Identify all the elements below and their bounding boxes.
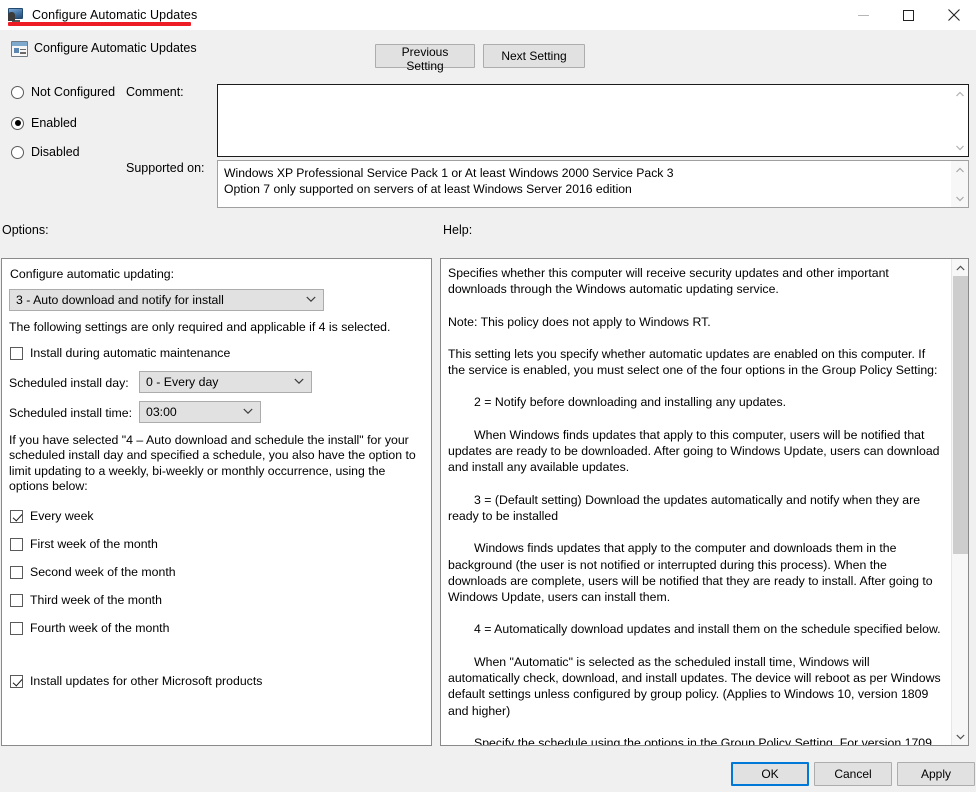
comment-scroll-track[interactable] — [951, 102, 968, 139]
comment-value — [218, 85, 951, 156]
checkbox-first-week-label: First week of the month — [30, 537, 158, 551]
help-paragraph: Note: This policy does not apply to Wind… — [448, 314, 711, 329]
comment-scroll-up-icon[interactable] — [951, 85, 968, 102]
chevron-down-icon — [306, 296, 316, 305]
radio-not-configured[interactable]: Not Configured — [11, 83, 115, 101]
checkbox-install-during-maintenance-box — [10, 346, 23, 360]
scheduled-install-day-label: Scheduled install day: — [9, 376, 129, 390]
configure-updating-note: The following settings are only required… — [9, 320, 391, 334]
checkbox-second-week[interactable]: Second week of the month — [10, 564, 176, 580]
scheduled-install-time-label: Scheduled install time: — [9, 406, 133, 420]
radio-disabled[interactable]: Disabled — [11, 143, 80, 161]
radio-enabled-label: Enabled — [31, 116, 77, 130]
chevron-down-icon — [243, 408, 253, 417]
checkbox-third-week[interactable]: Third week of the month — [10, 592, 162, 608]
help-paragraph: Specify the schedule using the options i… — [474, 735, 932, 745]
radio-not-configured-label: Not Configured — [31, 85, 116, 99]
help-paragraph: This setting lets you specify whether au… — [448, 346, 938, 378]
comment-scroll-down-icon[interactable] — [951, 139, 968, 156]
radio-enabled[interactable]: Enabled — [11, 114, 77, 132]
checkbox-every-week-label: Every week — [30, 509, 94, 523]
scheduled-install-time-value: 03:00 — [146, 405, 177, 419]
supported-scroll-track[interactable] — [951, 178, 968, 190]
checkbox-second-week-box — [10, 565, 23, 579]
policy-editor-icon — [8, 7, 24, 23]
help-paragraph: Specifies whether this computer will rec… — [448, 266, 889, 297]
next-setting-button[interactable]: Next Setting — [483, 44, 585, 68]
help-scrollbar[interactable] — [951, 259, 968, 745]
checkbox-first-week-box — [10, 537, 23, 551]
chevron-down-icon — [294, 378, 304, 387]
supported-scroll-up-icon[interactable] — [951, 161, 968, 178]
cancel-button[interactable]: Cancel — [814, 762, 892, 786]
help-paragraph: 4 = Automatically download updates and i… — [474, 622, 941, 637]
scheduled-install-time-select[interactable]: 03:00 — [139, 401, 261, 423]
help-paragraph: When Windows finds updates that apply to… — [448, 427, 940, 475]
window-title: Configure Automatic Updates — [32, 8, 198, 22]
configure-updating-value: 3 - Auto download and notify for install — [16, 293, 224, 307]
options-panel: Configure automatic updating: 3 - Auto d… — [1, 258, 432, 746]
checkbox-install-during-maintenance-label: Install during automatic maintenance — [30, 346, 231, 360]
radio-not-configured-indicator — [11, 85, 24, 99]
help-scroll-down-icon[interactable] — [952, 728, 969, 745]
help-paragraph: Windows finds updates that apply to the … — [448, 541, 933, 605]
apply-button[interactable]: Apply — [897, 762, 975, 786]
configure-updating-label: Configure automatic updating: — [10, 267, 175, 281]
help-section-label: Help: — [443, 223, 473, 237]
help-scroll-thumb[interactable] — [953, 276, 968, 554]
supported-on-value: Windows XP Professional Service Pack 1 o… — [224, 166, 674, 196]
help-scroll-up-icon[interactable] — [952, 259, 969, 276]
configure-updating-select[interactable]: 3 - Auto download and notify for install — [9, 289, 324, 311]
annotation-underline-title — [8, 22, 191, 26]
window-controls — [841, 0, 976, 30]
schedule-note: If you have selected "4 – Auto download … — [9, 433, 416, 494]
checkbox-third-week-label: Third week of the month — [30, 593, 162, 607]
supported-scroll-down-icon[interactable] — [951, 190, 968, 207]
comment-scrollbar[interactable] — [951, 85, 968, 156]
radio-disabled-label: Disabled — [31, 145, 80, 159]
scheduled-install-day-select[interactable]: 0 - Every day — [139, 371, 312, 393]
checkbox-fourth-week-box — [10, 621, 23, 635]
supported-on-box: Windows XP Professional Service Pack 1 o… — [217, 160, 969, 208]
radio-enabled-indicator — [11, 116, 24, 130]
scheduled-install-day-value: 0 - Every day — [146, 375, 219, 389]
help-panel: Specifies whether this computer will rec… — [440, 258, 969, 746]
checkbox-every-week-box — [10, 509, 23, 523]
checkbox-second-week-label: Second week of the month — [30, 565, 176, 579]
options-section-label: Options: — [2, 223, 49, 237]
checkbox-first-week[interactable]: First week of the month — [10, 536, 158, 552]
checkbox-third-week-box — [10, 593, 23, 607]
policy-header: Configure Automatic Updates Previous Set… — [0, 30, 976, 76]
close-icon[interactable] — [931, 0, 976, 30]
configure-automatic-updates-dialog: Configure Automatic Updates Configure Au… — [0, 0, 976, 792]
checkbox-other-microsoft-products[interactable]: Install updates for other Microsoft prod… — [10, 673, 262, 689]
comment-label: Comment: — [126, 85, 184, 99]
previous-setting-button[interactable]: Previous Setting — [375, 44, 475, 73]
minimize-icon[interactable] — [841, 0, 886, 30]
radio-disabled-indicator — [11, 145, 24, 159]
checkbox-fourth-week-label: Fourth week of the month — [30, 621, 170, 635]
help-paragraph: 2 = Notify before downloading and instal… — [474, 395, 787, 410]
help-text-body: Specifies whether this computer will rec… — [441, 259, 951, 745]
policy-name: Configure Automatic Updates — [34, 41, 197, 55]
policy-setting-icon — [11, 41, 28, 57]
checkbox-every-week[interactable]: Every week — [10, 508, 94, 524]
checkbox-other-microsoft-products-label: Install updates for other Microsoft prod… — [30, 674, 263, 688]
checkbox-other-microsoft-products-box — [10, 674, 23, 688]
supported-on-label: Supported on: — [126, 161, 205, 175]
checkbox-install-during-maintenance[interactable]: Install during automatic maintenance — [10, 345, 230, 361]
comment-textarea[interactable] — [217, 84, 969, 157]
supported-on-scrollbar[interactable] — [951, 161, 968, 207]
maximize-icon[interactable] — [886, 0, 931, 30]
ok-button[interactable]: OK — [731, 762, 809, 786]
help-paragraph: 3 = (Default setting) Download the updat… — [448, 492, 921, 523]
help-paragraph: When "Automatic" is selected as the sche… — [448, 654, 941, 718]
checkbox-fourth-week[interactable]: Fourth week of the month — [10, 620, 169, 636]
